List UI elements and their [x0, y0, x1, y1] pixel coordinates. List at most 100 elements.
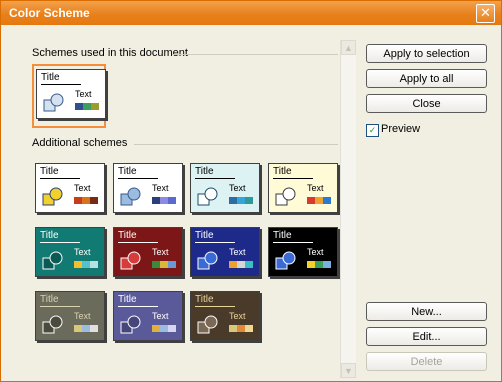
edit-button[interactable]: Edit...	[366, 327, 487, 346]
scheme-color-bars	[74, 325, 98, 332]
close-button[interactable]: Close	[366, 94, 487, 113]
scheme-color-bars	[229, 197, 253, 204]
scheme-shapes-icon	[120, 187, 141, 206]
scheme-color-bar	[160, 261, 168, 268]
scheme-text-sample: Text	[307, 183, 324, 193]
scheme-title-sample: Title	[41, 72, 60, 83]
delete-button: Delete	[366, 352, 487, 371]
scroll-up-icon[interactable]: ▲	[341, 40, 356, 55]
scheme-color-bar	[315, 197, 323, 204]
scheme-color-bar	[82, 197, 90, 204]
divider	[134, 144, 338, 145]
scheme-color-bar	[237, 261, 245, 268]
scheme-title-underline	[118, 178, 158, 179]
scheme-title-underline	[118, 242, 158, 243]
scheme-color-bar	[74, 261, 82, 268]
scheme-color-bars	[152, 325, 176, 332]
scheme-title-sample: Title	[273, 166, 292, 177]
scheme-text-sample: Text	[229, 311, 246, 321]
scheme-color-bar	[307, 261, 315, 268]
title-bar[interactable]: Color Scheme ✕	[1, 1, 501, 25]
scheme-color-bar	[307, 197, 315, 204]
scheme-color-bars	[307, 197, 331, 204]
scheme-title-underline	[273, 178, 313, 179]
scheme-color-bar	[168, 261, 176, 268]
scheme-text-sample: Text	[229, 183, 246, 193]
scheme-color-bars	[75, 103, 99, 110]
scheme-color-bars	[152, 197, 176, 204]
scheme-swatch[interactable]: Title Text	[268, 163, 338, 213]
scheme-color-bar	[245, 261, 253, 268]
section-additional-label: Additional schemes	[32, 137, 128, 149]
scheme-color-bars	[229, 261, 253, 268]
scheme-swatch[interactable]: Title Text	[35, 291, 105, 341]
scheme-title-underline	[195, 178, 235, 179]
scheme-swatch[interactable]: Title Text	[268, 227, 338, 277]
scheme-swatch[interactable]: Title Text	[113, 291, 183, 341]
scheme-swatch[interactable]: Title Text	[36, 69, 106, 119]
preview-label[interactable]: Preview	[381, 123, 420, 135]
scheme-color-bar	[90, 325, 98, 332]
scheme-color-bar	[75, 103, 83, 110]
scheme-text-sample: Text	[152, 311, 169, 321]
scheme-color-bar	[82, 325, 90, 332]
scheme-color-bars	[307, 261, 331, 268]
scheme-swatch[interactable]: Title Text	[113, 227, 183, 277]
scheme-title-sample: Title	[40, 166, 59, 177]
apply-to-selection-button[interactable]: Apply to selection	[366, 44, 487, 63]
scheme-swatch[interactable]: Title Text	[190, 291, 260, 341]
preview-checkbox[interactable]: ✓	[366, 124, 379, 137]
scheme-color-bars	[229, 325, 253, 332]
scheme-color-bar	[315, 261, 323, 268]
scheme-text-sample: Text	[229, 247, 246, 257]
scheme-color-bar	[237, 197, 245, 204]
scheme-swatch[interactable]: Title Text	[190, 227, 260, 277]
scheme-color-bar	[152, 197, 160, 204]
scheme-title-underline	[273, 242, 313, 243]
scheme-title-sample: Title	[195, 166, 214, 177]
scheme-color-bar	[152, 325, 160, 332]
scheme-color-bar	[152, 261, 160, 268]
scheme-shapes-icon	[197, 187, 218, 206]
scheme-title-sample: Title	[40, 294, 59, 305]
scheme-color-bars	[74, 261, 98, 268]
scroll-down-icon[interactable]: ▼	[341, 363, 356, 378]
scheme-title-sample: Title	[118, 294, 137, 305]
scheme-shapes-icon	[42, 251, 63, 270]
scheme-shapes-icon	[275, 251, 296, 270]
scheme-text-sample: Text	[74, 247, 91, 257]
scheme-shapes-icon	[42, 315, 63, 334]
scheme-color-bar	[323, 197, 331, 204]
scheme-title-underline	[195, 306, 235, 307]
scheme-shapes-icon	[197, 315, 218, 334]
scheme-swatch[interactable]: Title Text	[190, 163, 260, 213]
scheme-color-bar	[74, 197, 82, 204]
scheme-color-bar	[323, 261, 331, 268]
scheme-title-underline	[195, 242, 235, 243]
scheme-color-bar	[168, 197, 176, 204]
scheme-color-bar	[74, 325, 82, 332]
scheme-swatch[interactable]: Title Text	[35, 163, 105, 213]
scheme-color-bar	[90, 261, 98, 268]
scheme-shapes-icon	[42, 187, 63, 206]
scheme-color-bar	[82, 261, 90, 268]
scheme-title-underline	[40, 242, 80, 243]
schemes-scrollbar[interactable]: ▲ ▼	[340, 40, 356, 378]
new-button[interactable]: New...	[366, 302, 487, 321]
scheme-text-sample: Text	[307, 247, 324, 257]
scheme-color-bars	[152, 261, 176, 268]
scheme-color-bar	[160, 325, 168, 332]
scheme-color-bar	[160, 197, 168, 204]
scheme-text-sample: Text	[75, 89, 92, 99]
scheme-title-sample: Title	[118, 230, 137, 241]
apply-to-all-button[interactable]: Apply to all	[366, 69, 487, 88]
scheme-title-underline	[41, 84, 81, 85]
scheme-color-bar	[245, 197, 253, 204]
scheme-swatch[interactable]: Title Text	[113, 163, 183, 213]
scheme-title-underline	[118, 306, 158, 307]
scheme-swatch[interactable]: Title Text	[35, 227, 105, 277]
close-icon[interactable]: ✕	[476, 4, 495, 23]
scheme-text-sample: Text	[74, 311, 91, 321]
scheme-shapes-icon	[275, 187, 296, 206]
scheme-title-underline	[40, 306, 80, 307]
